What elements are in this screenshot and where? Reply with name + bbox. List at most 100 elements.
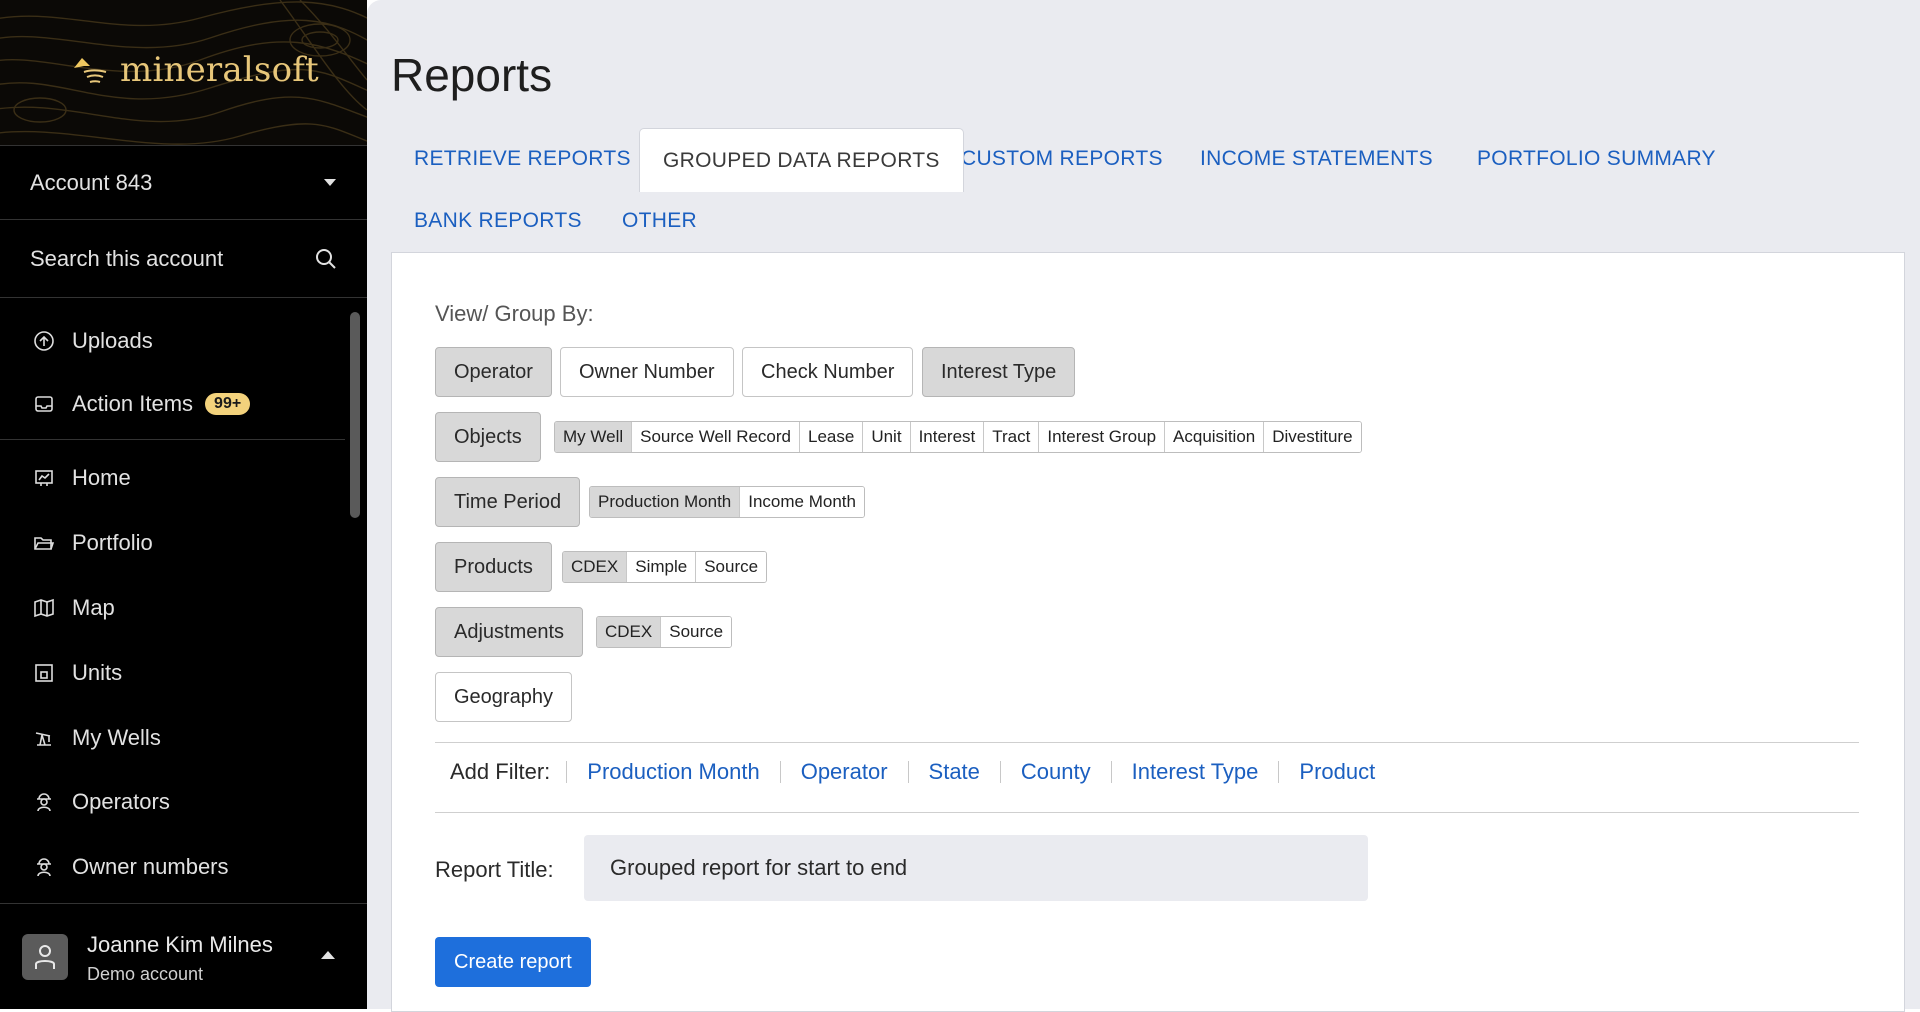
sidebar-item-label: Home — [72, 465, 131, 490]
sidebar-item-label: Operators — [72, 789, 170, 814]
dashboard-icon — [32, 466, 56, 490]
create-report-button[interactable]: Create report — [435, 937, 591, 987]
report-title-label: Report Title: — [435, 857, 554, 882]
user-icon — [35, 945, 55, 969]
units-icon — [32, 661, 56, 685]
account-label: Account 843 — [30, 169, 153, 195]
worker-icon — [32, 855, 56, 879]
sidebar-item-action-items[interactable]: Action Items 99+ — [0, 379, 350, 429]
objects-option-divestiture[interactable]: Divestiture — [1264, 422, 1361, 452]
map-icon — [32, 596, 56, 620]
tab-income-statements[interactable]: INCOME STATEMENTS — [1177, 128, 1456, 190]
search-placeholder: Search this account — [30, 245, 224, 271]
user-menu[interactable]: Joanne Kim Milnes Demo account — [0, 903, 367, 1009]
group-operator-button[interactable]: Operator — [435, 347, 552, 397]
geography-button[interactable]: Geography — [435, 672, 572, 722]
products-option-source[interactable]: Source — [696, 552, 767, 582]
filter-link-operator[interactable]: Operator — [781, 759, 908, 785]
divider — [435, 812, 1859, 813]
objects-option-interest-group[interactable]: Interest Group — [1039, 422, 1166, 452]
action-items-count-badge: 99+ — [205, 393, 251, 415]
group-by-label: View/ Group By: — [435, 301, 594, 326]
sidebar-item-label: Map — [72, 595, 115, 620]
adjustments-button[interactable]: Adjustments — [435, 607, 584, 657]
folder-open-icon — [32, 531, 56, 555]
filter-link-product[interactable]: Product — [1279, 759, 1395, 785]
logo-mark-icon — [74, 58, 107, 83]
search-icon[interactable] — [315, 248, 337, 270]
tab-bank-reports[interactable]: BANK REPORTS — [391, 190, 605, 252]
sidebar-item-label: Units — [72, 660, 123, 685]
tab-portfolio-summary[interactable]: PORTFOLIO SUMMARY — [1454, 128, 1739, 190]
objects-option-unit[interactable]: Unit — [863, 422, 911, 452]
filter-link-production-month[interactable]: Production Month — [567, 759, 779, 785]
sidebar-item-map[interactable]: Map — [0, 583, 350, 633]
sidebar-item-home[interactable]: Home — [0, 453, 350, 503]
sidebar-item-owner-numbers[interactable]: Owner numbers — [0, 842, 350, 892]
sidebar-item-my-wells[interactable]: My Wells — [0, 713, 350, 763]
filter-link-state[interactable]: State — [909, 759, 1000, 785]
adjustments-options: CDEX Source — [596, 616, 733, 648]
add-filter-row: Add Filter: Production Month Operator St… — [435, 752, 1395, 792]
user-name: Joanne Kim Milnes — [87, 932, 273, 957]
objects-option-source-well-record[interactable]: Source Well Record — [632, 422, 800, 452]
divider — [435, 742, 1859, 743]
filter-link-county[interactable]: County — [1001, 759, 1111, 785]
objects-option-tract[interactable]: Tract — [984, 422, 1040, 452]
filter-link-interest-type[interactable]: Interest Type — [1112, 759, 1279, 785]
time-period-options: Production Month Income Month — [589, 486, 865, 518]
time-period-option-production-month[interactable]: Production Month — [590, 487, 741, 517]
account-search[interactable]: Search this account — [0, 220, 367, 298]
tab-grouped-data-reports[interactable]: GROUPED DATA REPORTS — [639, 128, 964, 192]
group-check-number-button[interactable]: Check Number — [742, 347, 914, 397]
products-option-cdex[interactable]: CDEX — [563, 552, 628, 582]
brand-name: mineralsoft — [120, 50, 319, 90]
group-owner-number-button[interactable]: Owner Number — [560, 347, 734, 397]
nav-divider — [0, 439, 345, 440]
objects-option-my-well[interactable]: My Well — [555, 422, 633, 452]
mineralsoft-logo[interactable]: mineralsoft — [70, 50, 319, 90]
sidebar-item-label: My Wells — [72, 725, 161, 750]
sidebar-item-units[interactable]: Units — [0, 648, 350, 698]
products-options: CDEX Simple Source — [562, 551, 768, 583]
sidebar-scrollbar[interactable] — [350, 312, 360, 518]
add-filter-label: Add Filter: — [450, 759, 551, 784]
user-account-type: Demo account — [87, 964, 204, 984]
adjustments-option-cdex[interactable]: CDEX — [597, 617, 662, 647]
tab-other[interactable]: OTHER — [599, 190, 720, 252]
worker-icon — [32, 790, 56, 814]
products-button[interactable]: Products — [435, 542, 552, 592]
adjustments-option-source[interactable]: Source — [661, 617, 732, 647]
objects-option-acquisition[interactable]: Acquisition — [1165, 422, 1265, 452]
group-interest-type-button[interactable]: Interest Type — [922, 347, 1076, 397]
report-title-input[interactable]: Grouped report for start to end — [584, 835, 1368, 901]
objects-option-lease[interactable]: Lease — [800, 422, 864, 452]
tab-retrieve-reports[interactable]: RETRIEVE REPORTS — [391, 128, 654, 190]
inbox-icon — [32, 392, 56, 416]
time-period-option-income-month[interactable]: Income Month — [740, 487, 864, 517]
sidebar-item-uploads[interactable]: Uploads — [0, 316, 350, 366]
pumpjack-icon — [32, 726, 56, 750]
sidebar: mineralsoft Account 843 Search this acco… — [0, 0, 367, 1009]
caret-down-icon — [324, 178, 336, 186]
objects-option-interest[interactable]: Interest — [910, 422, 985, 452]
sidebar-item-label: Owner numbers — [72, 854, 229, 879]
main-content: Reports RETRIEVE REPORTS GROUPED DATA RE… — [367, 0, 1920, 1012]
avatar — [22, 934, 68, 980]
objects-options: My Well Source Well Record Lease Unit In… — [554, 421, 1362, 453]
sidebar-item-label: Portfolio — [72, 530, 153, 555]
objects-button[interactable]: Objects — [435, 412, 541, 462]
page-title: Reports — [391, 49, 553, 101]
grouped-reports-panel: View/ Group By: Operator Owner Number Ch… — [391, 252, 1905, 1012]
sidebar-item-label: Action Items — [72, 391, 194, 416]
sidebar-item-portfolio[interactable]: Portfolio — [0, 518, 350, 568]
products-option-simple[interactable]: Simple — [627, 552, 697, 582]
upload-cloud-icon — [32, 329, 56, 353]
time-period-button[interactable]: Time Period — [435, 477, 581, 527]
caret-up-icon[interactable] — [320, 950, 336, 960]
account-selector[interactable]: Account 843 — [0, 146, 367, 220]
sidebar-item-operators[interactable]: Operators — [0, 777, 350, 827]
tab-custom-reports[interactable]: CUSTOM REPORTS — [938, 128, 1186, 190]
logo-area: mineralsoft — [0, 0, 367, 146]
sidebar-item-label: Uploads — [72, 328, 153, 353]
